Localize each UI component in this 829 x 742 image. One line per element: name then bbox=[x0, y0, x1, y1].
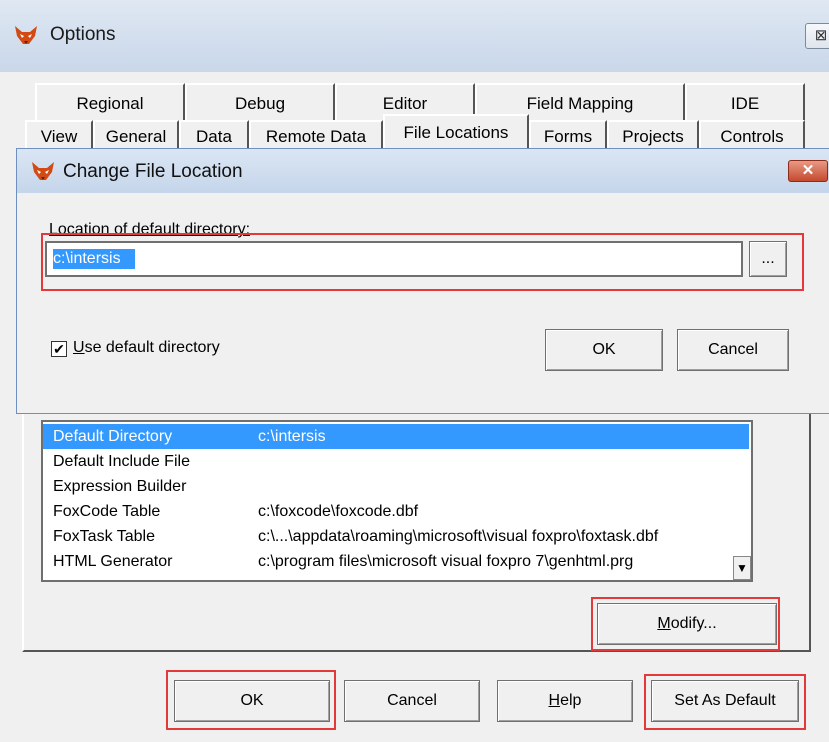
dialog-ok-button[interactable]: OK bbox=[545, 329, 663, 371]
cancel-button[interactable]: Cancel bbox=[344, 680, 480, 722]
list-item[interactable]: FoxTask Table c:\...\appdata\roaming\mic… bbox=[43, 524, 749, 549]
change-file-location-dialog: Change File Location ✕ Location of defau… bbox=[16, 148, 829, 414]
modify-button[interactable]: Modify... bbox=[597, 603, 777, 645]
file-locations-list[interactable]: Default Directory c:\intersis Default In… bbox=[41, 420, 753, 582]
ok-button[interactable]: OK bbox=[174, 680, 330, 722]
foxpro-icon bbox=[15, 26, 37, 44]
help-button[interactable]: Help bbox=[497, 680, 633, 722]
tab-general[interactable]: General bbox=[93, 120, 179, 150]
tab-regional[interactable]: Regional bbox=[35, 83, 185, 121]
foxpro-icon bbox=[32, 162, 54, 180]
scroll-down-arrow-icon[interactable]: ▼ bbox=[733, 556, 751, 580]
tab-data[interactable]: Data bbox=[179, 120, 249, 150]
use-default-directory-checkbox[interactable]: ✔ bbox=[51, 341, 67, 357]
list-item[interactable]: HTML Generator c:\program files\microsof… bbox=[43, 549, 749, 574]
set-as-default-button[interactable]: Set As Default bbox=[651, 680, 799, 722]
dialog-cancel-button[interactable]: Cancel bbox=[677, 329, 789, 371]
list-item[interactable]: Expression Builder bbox=[43, 474, 749, 499]
close-icon[interactable]: ⊠ bbox=[805, 23, 829, 49]
close-icon[interactable]: ✕ bbox=[788, 160, 828, 182]
location-input[interactable] bbox=[45, 241, 743, 277]
location-label: Location of default directory: bbox=[49, 221, 251, 238]
location-input-value: c:\intersis bbox=[53, 249, 135, 269]
tab-forms[interactable]: Forms bbox=[529, 120, 607, 150]
tab-view[interactable]: View bbox=[25, 120, 93, 150]
use-default-directory-label: Use default directory bbox=[73, 339, 220, 356]
dialog-title: Change File Location bbox=[63, 161, 243, 182]
list-item[interactable]: Default Include File bbox=[43, 449, 749, 474]
tab-projects[interactable]: Projects bbox=[607, 120, 699, 150]
options-title: Options bbox=[50, 24, 116, 45]
dialog-titlebar[interactable]: Change File Location ✕ bbox=[17, 149, 829, 193]
tab-file-locations[interactable]: File Locations bbox=[383, 114, 529, 150]
tab-controls[interactable]: Controls bbox=[699, 120, 805, 150]
list-item[interactable]: FoxCode Table c:\foxcode\foxcode.dbf bbox=[43, 499, 749, 524]
tab-remote-data[interactable]: Remote Data bbox=[249, 120, 383, 150]
list-item[interactable]: Default Directory c:\intersis bbox=[43, 424, 749, 449]
tab-debug[interactable]: Debug bbox=[185, 83, 335, 121]
tab-ide[interactable]: IDE bbox=[685, 83, 805, 121]
browse-button[interactable]: ... bbox=[749, 241, 787, 277]
options-titlebar[interactable]: Options ⊠ bbox=[0, 0, 829, 72]
